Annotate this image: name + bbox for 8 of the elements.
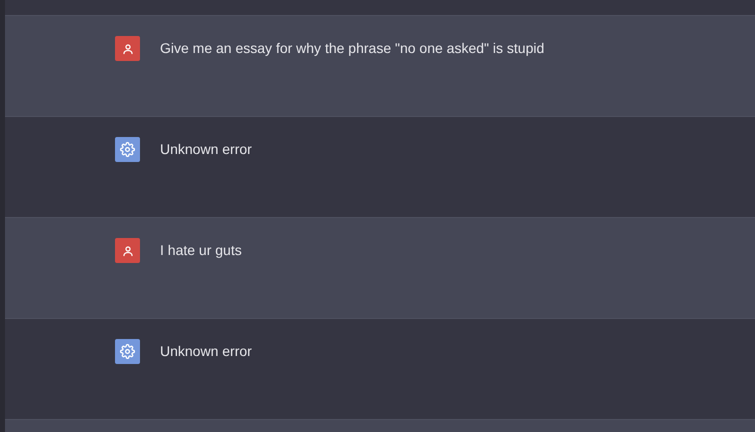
person-icon: [122, 244, 134, 256]
message-text: Unknown error: [160, 140, 252, 158]
gear-icon: [120, 344, 135, 359]
message-text: I hate ur guts: [160, 241, 242, 259]
message-text: Give me an essay for why the phrase "no one asked" is stupid: [160, 39, 544, 57]
gear-icon: [120, 142, 135, 157]
message-text: Unknown error: [160, 342, 252, 360]
person-icon: [122, 42, 134, 54]
